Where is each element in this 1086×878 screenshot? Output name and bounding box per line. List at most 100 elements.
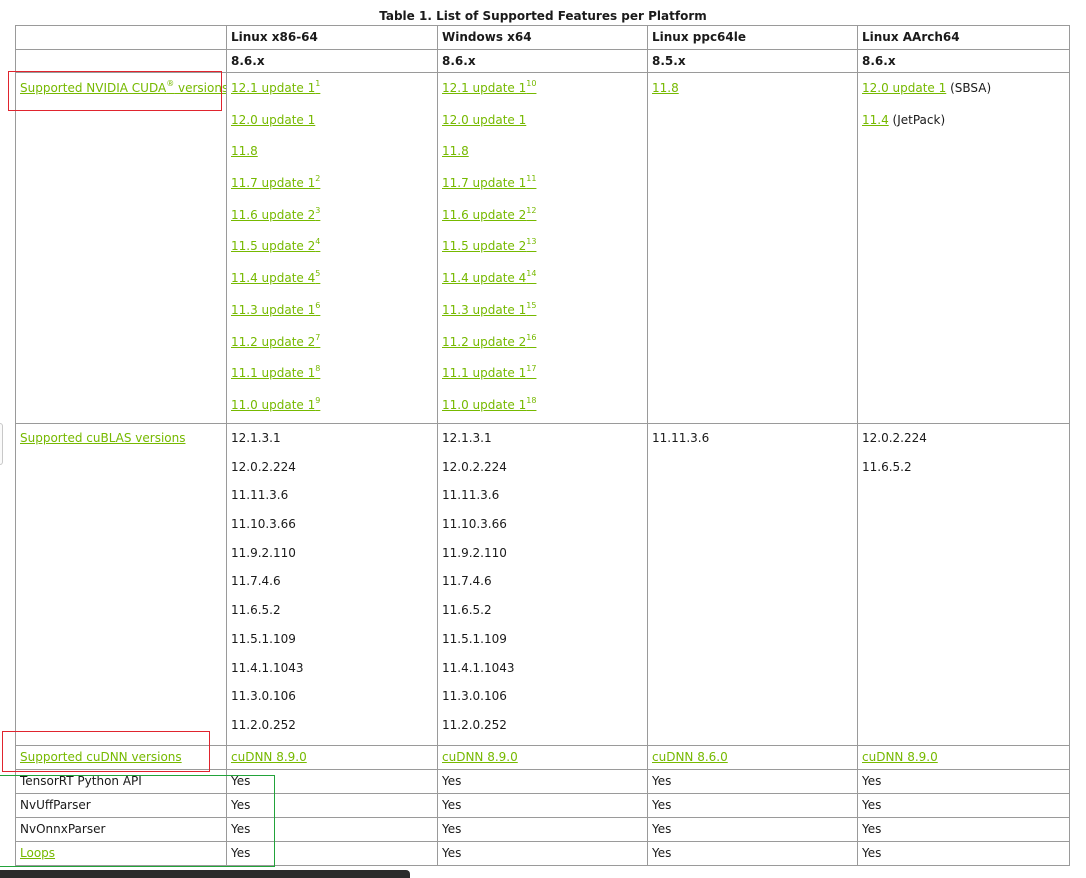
empty-version-cell (15, 49, 227, 73)
cublas-version-item: 11.9.2.110 (231, 545, 296, 560)
footnote-ref: 10 (526, 79, 537, 88)
cuda-version-note: (JetPack) (888, 112, 946, 127)
cuda-version-link[interactable]: 11.2 update 27 (231, 333, 320, 349)
cuda-version-item: 11.6 update 23 (231, 200, 433, 232)
onnx-ppc64le: Yes (647, 817, 858, 842)
cuda-version-link[interactable]: 11.3 update 16 (231, 300, 321, 317)
python-api-ppc64le: Yes (647, 769, 858, 794)
header-linux-aarch64: Linux AArch64 (857, 25, 1070, 50)
uff-windows: Yes (437, 793, 648, 818)
cublas-version-item: 11.11.3.6 (442, 488, 500, 503)
cuda-version-link[interactable]: 11.4 update 45 (231, 270, 320, 286)
supported-features-table: Linux x86-64 Windows x64 Linux ppc64le L… (15, 25, 1070, 866)
cuda-version-link[interactable]: 11.7 update 111 (442, 174, 537, 191)
uff-aarch64: Yes (857, 793, 1070, 818)
side-panel-handle[interactable] (0, 423, 3, 465)
footnote-ref: 1 (315, 79, 321, 88)
cudnn-ppc64le-link[interactable]: cuDNN 8.6.0 (652, 750, 728, 764)
loops-linux-x86: Yes (226, 841, 438, 866)
cudnn-aarch64-cell: cuDNN 8.9.0 (857, 745, 1070, 770)
cuda-version-link[interactable]: 11.5 update 24 (231, 237, 321, 254)
supported-cuda-versions-link[interactable]: Supported NVIDIA CUDA® versions (20, 79, 226, 96)
cuda-versions-row: Supported NVIDIA CUDA® versions 12.1 upd… (15, 72, 1070, 424)
cuda-version-link[interactable]: 11.6 update 212 (442, 206, 536, 222)
cublas-version-item: 12.1.3.1 (442, 431, 492, 445)
tooltip-bar (0, 870, 410, 878)
cublas-version-item: 11.9.2.110 (442, 545, 507, 560)
supported-cudnn-versions-link[interactable]: Supported cuDNN versions (20, 750, 182, 764)
footnote-ref: 16 (526, 332, 537, 342)
cublas-version-item: 12.1.3.1 (231, 431, 281, 445)
cuda-version-link[interactable]: 11.6 update 23 (231, 206, 320, 222)
footnote-ref: 18 (526, 395, 537, 405)
cuda-version-link[interactable]: 12.0 update 1 (442, 113, 526, 127)
cuda-version-link[interactable]: 11.0 update 118 (442, 395, 537, 412)
cudnn-windows-link[interactable]: cuDNN 8.9.0 (442, 750, 518, 764)
loops-ppc64le: Yes (647, 841, 858, 866)
registered-mark: ® (166, 79, 175, 88)
footnote-ref: 13 (526, 237, 537, 247)
cuda-version-link[interactable]: 11.8 (231, 144, 258, 158)
loops-link[interactable]: Loops (20, 846, 55, 860)
cudnn-aarch64-link[interactable]: cuDNN 8.9.0 (862, 750, 938, 764)
cuda-version-link[interactable]: 12.0 update 1 (862, 81, 946, 95)
cublas-version-item: 12.0.2.224 (231, 459, 296, 474)
cuda-version-item: 11.4 (JetPack) (862, 105, 1065, 137)
cuda-version-link[interactable]: 11.5 update 213 (442, 237, 537, 254)
python-api-label: TensorRT Python API (15, 769, 227, 794)
cuda-version-note: (SBSA) (946, 81, 992, 95)
python-api-row: TensorRT Python API Yes Yes Yes Yes (15, 769, 1070, 794)
cudnn-ppc64le-cell: cuDNN 8.6.0 (647, 745, 858, 770)
header-linux-ppc64le: Linux ppc64le (647, 25, 858, 50)
cublas-version-item: 12.0.2.224 (442, 459, 507, 474)
cublas-version-item: 11.11.3.6 (652, 431, 710, 445)
cuda-version-link[interactable]: 11.2 update 216 (442, 332, 537, 349)
cuda-version-link[interactable]: 12.1 update 11 (231, 79, 321, 96)
footnote-ref: 8 (315, 364, 321, 374)
empty-header-cell (15, 25, 227, 50)
cuda-version-link[interactable]: 11.4 (862, 113, 889, 127)
cuda-label-pre: Supported NVIDIA CUDA (20, 81, 167, 95)
cuda-version-item: 11.2 update 216 (442, 327, 643, 359)
cuda-version-link[interactable]: 12.1 update 110 (442, 79, 537, 96)
cuda-version-item: 12.0 update 1 (231, 105, 433, 137)
supported-cublas-versions-link[interactable]: Supported cuBLAS versions (20, 431, 186, 445)
cudnn-windows-cell: cuDNN 8.9.0 (437, 745, 648, 770)
cublas-ppc64le-cell: 11.11.3.6 (647, 423, 858, 746)
cuda-version-link[interactable]: 11.8 (652, 81, 679, 95)
python-api-linux-x86: Yes (226, 769, 438, 794)
uff-ppc64le: Yes (647, 793, 858, 818)
cuda-version-item: 11.1 update 117 (442, 358, 643, 390)
footnote-ref: 6 (315, 300, 321, 310)
uff-parser-label: NvUffParser (15, 793, 227, 818)
version-linux-x86: 8.6.x (226, 49, 438, 73)
cuda-version-item: 11.5 update 213 (442, 231, 643, 263)
cuda-version-item: 12.1 update 110 (442, 74, 643, 105)
cuda-version-item: 11.2 update 27 (231, 327, 433, 359)
loops-aarch64: Yes (857, 841, 1070, 866)
cuda-version-link[interactable]: 12.0 update 1 (231, 113, 315, 127)
cuda-version-item: 11.4 update 45 (231, 263, 433, 295)
cuda-version-link[interactable]: 11.1 update 117 (442, 365, 536, 381)
cuda-version-link[interactable]: 11.3 update 115 (442, 300, 537, 317)
cublas-aarch64-cell: 12.0.2.224 11.6.5.2 (857, 423, 1070, 746)
cuda-version-link[interactable]: 11.7 update 12 (231, 174, 321, 191)
cublas-version-item: 11.10.3.66 (442, 517, 507, 532)
footnote-ref: 2 (315, 174, 321, 184)
cuda-version-link[interactable]: 11.0 update 19 (231, 395, 321, 412)
footnote-ref: 15 (526, 300, 537, 310)
cublas-version-item: 11.5.1.109 (231, 631, 296, 646)
version-windows-x64: 8.6.x (437, 49, 648, 73)
cuda-version-link[interactable]: 11.1 update 18 (231, 364, 321, 381)
cuda-version-item: 11.1 update 18 (231, 358, 433, 390)
cublas-version-item: 11.2.0.252 (231, 717, 296, 732)
onnx-linux-x86: Yes (226, 817, 438, 842)
cublas-version-item: 12.0.2.224 (862, 431, 927, 445)
footnote-ref: 4 (315, 237, 321, 247)
cuda-version-link[interactable]: 11.8 (442, 144, 469, 158)
footnote-ref: 9 (315, 395, 321, 405)
cuda-version-link[interactable]: 11.4 update 414 (442, 270, 536, 286)
cuda-version-item: 11.7 update 12 (231, 168, 433, 200)
footnote-ref: 11 (526, 174, 537, 184)
cudnn-linux-x86-link[interactable]: cuDNN 8.9.0 (231, 750, 307, 764)
